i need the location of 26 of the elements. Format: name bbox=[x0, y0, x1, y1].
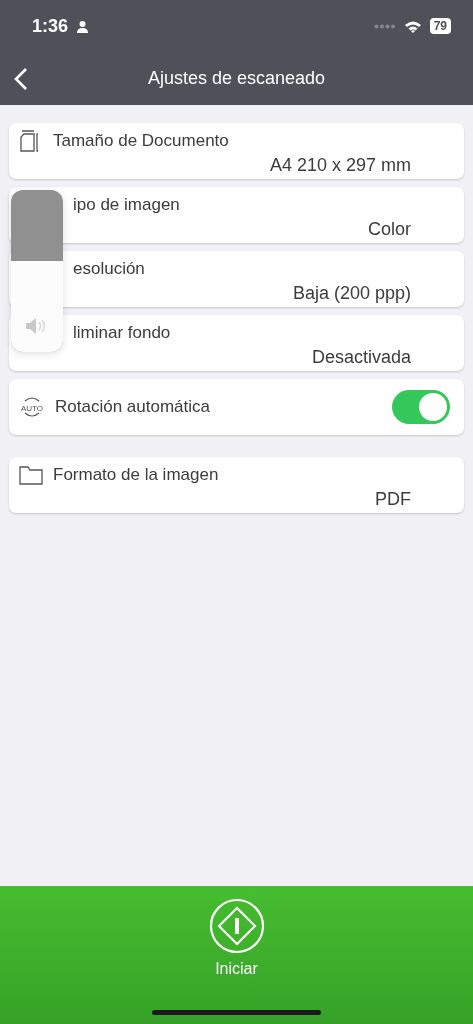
toggle-switch[interactable] bbox=[392, 390, 450, 424]
setting-row[interactable]: ipo de imagen Color bbox=[9, 187, 464, 243]
wifi-icon bbox=[403, 19, 422, 33]
status-time: 1:36 bbox=[32, 15, 69, 37]
setting-label: ipo de imagen bbox=[73, 195, 180, 215]
setting-value: Desactivada bbox=[310, 347, 411, 368]
setting-value: A4 210 x 297 mm bbox=[268, 155, 411, 176]
setting-value: PDF bbox=[374, 489, 411, 510]
setting-row[interactable]: AUTO Rotación automática bbox=[9, 379, 464, 435]
back-button[interactable] bbox=[14, 68, 28, 90]
setting-label: Tamaño de Documento bbox=[53, 131, 229, 151]
setting-row[interactable]: liminar fondo Desactivada bbox=[9, 315, 464, 371]
folder-icon bbox=[19, 465, 43, 485]
setting-value: Color bbox=[367, 219, 411, 240]
setting-label: liminar fondo bbox=[73, 323, 171, 343]
setting-value: Baja (200 ppp) bbox=[291, 283, 411, 304]
person-icon bbox=[76, 19, 90, 33]
battery-level: 79 bbox=[429, 18, 451, 34]
signal-icon bbox=[373, 23, 396, 29]
speaker-icon bbox=[24, 316, 48, 336]
screen-title: Ajustes de escaneado bbox=[147, 68, 326, 89]
setting-label: Formato de la imagen bbox=[53, 465, 219, 485]
setting-row[interactable]: Tamaño de Documento A4 210 x 297 mm bbox=[9, 123, 464, 179]
setting-row[interactable]: Formato de la imagen PDF bbox=[9, 457, 464, 513]
setting-label: Rotación automática bbox=[55, 397, 210, 417]
setting-label: esolución bbox=[73, 259, 145, 279]
